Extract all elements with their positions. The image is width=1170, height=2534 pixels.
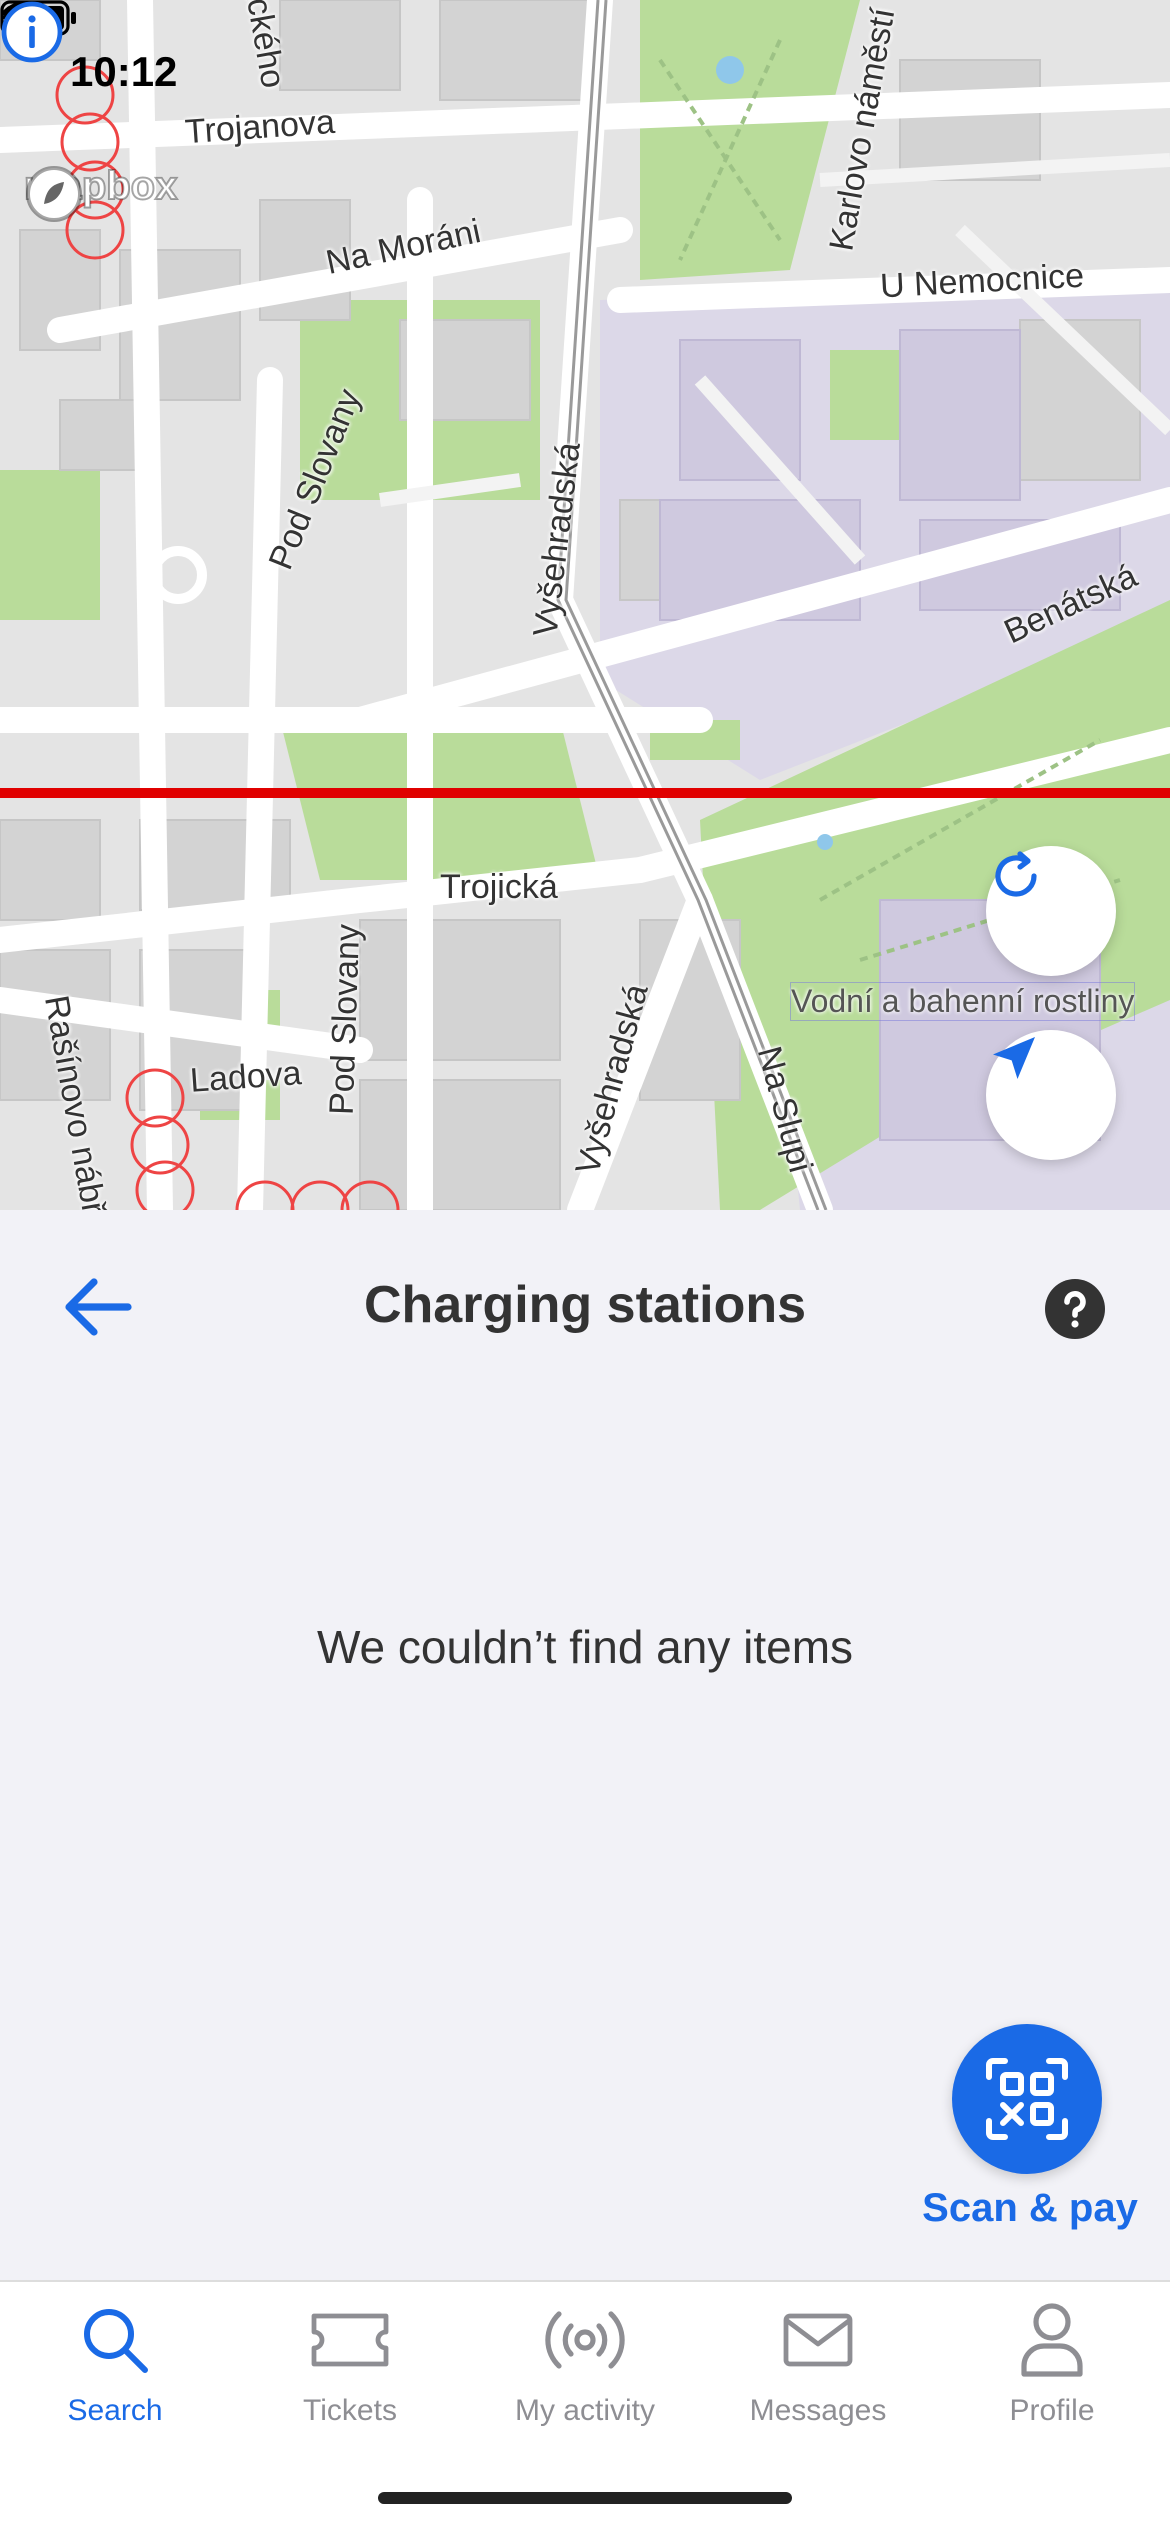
- scan-pay-button[interactable]: [952, 2024, 1102, 2174]
- empty-state-message: We couldn’t find any items: [316, 1621, 854, 1673]
- scan-pay-label[interactable]: Scan & pay: [900, 2186, 1160, 2231]
- mapbox-logo-icon: [26, 166, 82, 222]
- refresh-icon: [995, 851, 1037, 897]
- tab-messages-label: Messages: [749, 2394, 887, 2427]
- street-label-pod-slovany-lower: Pod Slovany: [322, 923, 368, 1116]
- map-view[interactable]: Trojanova Na Moráni Karlovo náměstí U Ne…: [0, 0, 1170, 1210]
- tab-tickets[interactable]: Tickets: [240, 2300, 460, 2428]
- broadcast-icon: [545, 2311, 625, 2369]
- tab-my-activity[interactable]: My activity: [475, 2300, 695, 2428]
- locate-me-button[interactable]: [986, 1030, 1116, 1160]
- search-icon: [84, 2309, 148, 2373]
- mapbox-logo: mapbox: [23, 163, 178, 222]
- ticket-icon: [311, 2313, 389, 2367]
- qr-code-icon: [986, 2058, 1068, 2140]
- status-time: 10:12: [70, 48, 178, 95]
- page-title: Charging stations: [363, 1276, 807, 1334]
- tab-profile-label: Profile: [1009, 2394, 1095, 2427]
- tab-profile[interactable]: Profile: [942, 2300, 1162, 2428]
- status-bar: 10:12: [0, 0, 1170, 140]
- envelope-icon: [783, 2313, 853, 2367]
- street-label-trojicka: Trojická: [440, 868, 558, 906]
- poi-label: Vodní a bahenní rostliny: [790, 982, 1136, 1021]
- refresh-button[interactable]: [986, 846, 1116, 976]
- map-divider-line: [0, 788, 1170, 798]
- tab-my-activity-label: My activity: [514, 2394, 655, 2427]
- info-icon[interactable]: [0, 0, 64, 64]
- navigation-arrow-icon: [993, 1037, 1035, 1079]
- home-indicator[interactable]: [378, 2492, 792, 2504]
- tab-search[interactable]: Search: [5, 2300, 225, 2428]
- person-icon: [1021, 2303, 1083, 2377]
- tab-tickets-label: Tickets: [303, 2394, 397, 2427]
- tab-search-label: Search: [67, 2394, 163, 2427]
- street-label-ladova: Ladova: [188, 1054, 303, 1100]
- help-icon[interactable]: [1044, 1278, 1106, 1340]
- tab-messages[interactable]: Messages: [708, 2300, 928, 2428]
